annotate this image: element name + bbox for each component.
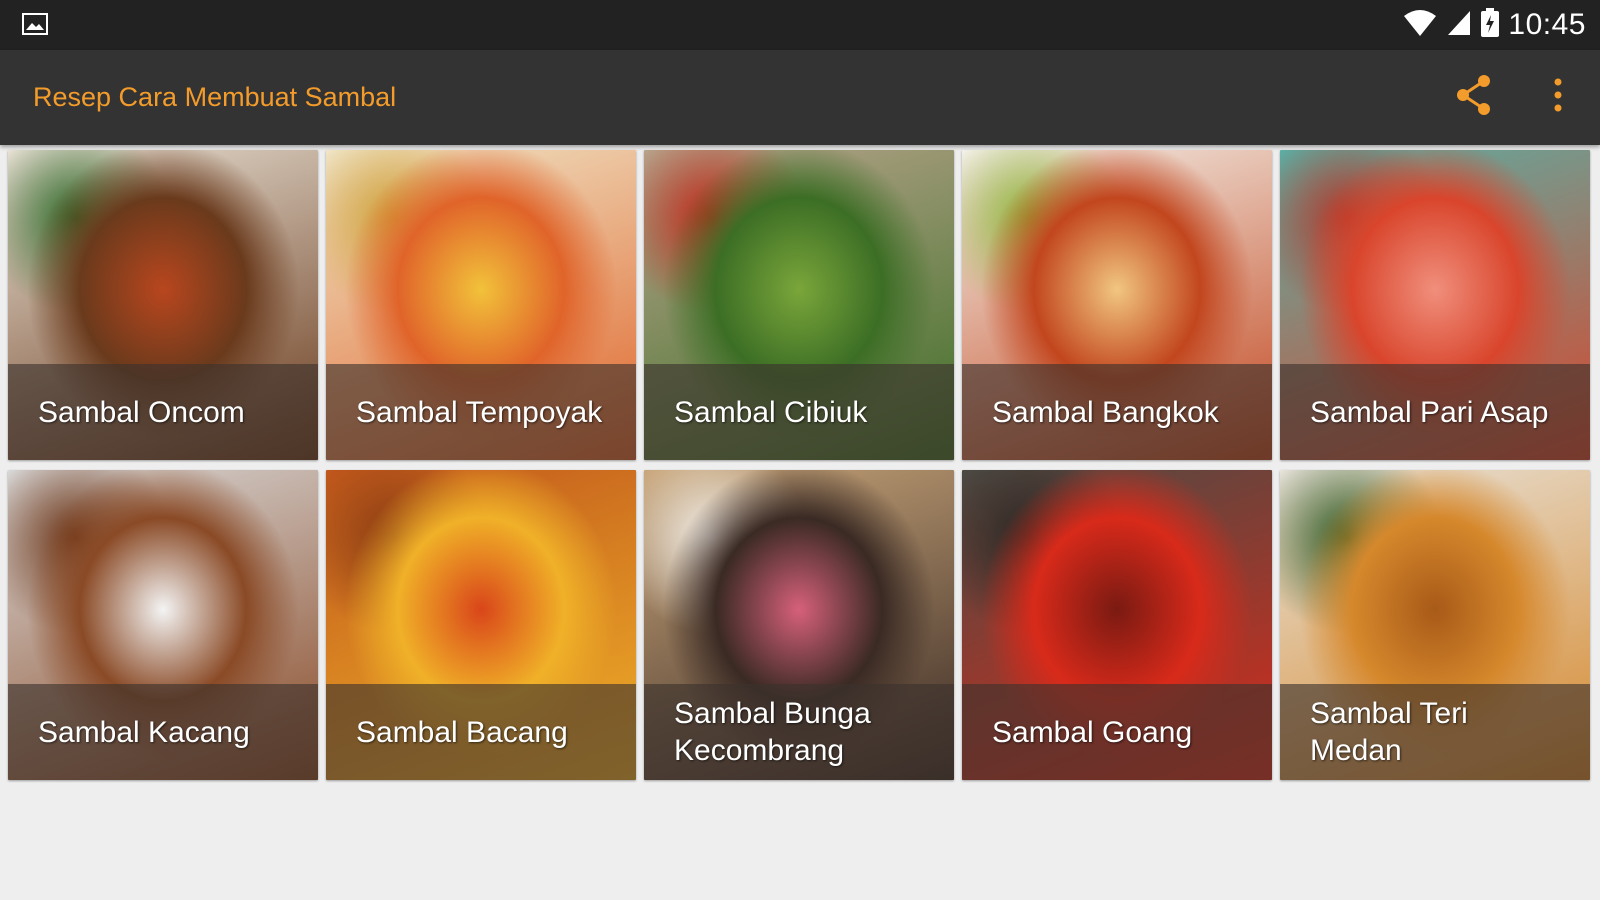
more-vert-icon — [1553, 77, 1563, 118]
recipe-title: Sambal Cibiuk — [674, 395, 868, 429]
share-icon — [1454, 73, 1494, 122]
recipe-tile[interactable]: Sambal Tempoyak — [326, 150, 636, 460]
more-options-button[interactable] — [1516, 50, 1600, 145]
share-button[interactable] — [1432, 50, 1516, 145]
recipe-grid: Sambal Oncom Sambal Tempoyak Sambal Cibi… — [8, 150, 1593, 780]
recipe-title: Sambal Teri Medan — [1310, 697, 1468, 767]
recipe-tile[interactable]: Sambal Pari Asap — [1280, 150, 1590, 460]
caption-overlay: Sambal Oncom — [8, 364, 318, 460]
recipe-title: Sambal Bunga Kecombrang — [674, 697, 871, 767]
recipe-tile[interactable]: Sambal Goang — [962, 470, 1272, 780]
recipe-tile[interactable]: Sambal Bangkok — [962, 150, 1272, 460]
caption-overlay: Sambal Pari Asap — [1280, 364, 1590, 460]
caption-overlay: Sambal Bunga Kecombrang — [644, 684, 954, 780]
app-title: Resep Cara Membuat Sambal — [33, 82, 397, 112]
caption-overlay: Sambal Bacang — [326, 684, 636, 780]
status-bar: 10:45 — [0, 0, 1600, 50]
recipe-title: Sambal Kacang — [38, 715, 250, 749]
caption-overlay: Sambal Cibiuk — [644, 364, 954, 460]
recipe-tile[interactable]: Sambal Bunga Kecombrang — [644, 470, 954, 780]
caption-overlay: Sambal Bangkok — [962, 364, 1272, 460]
caption-overlay: Sambal Tempoyak — [326, 364, 636, 460]
caption-overlay: Sambal Kacang — [8, 684, 318, 780]
caption-overlay: Sambal Goang — [962, 684, 1272, 780]
recipe-title: Sambal Tempoyak — [356, 395, 603, 429]
caption-overlay: Sambal Teri Medan — [1280, 684, 1590, 780]
recipe-title: Sambal Bacang — [356, 715, 568, 749]
recipe-tile[interactable]: Sambal Bacang — [326, 470, 636, 780]
wifi-icon — [1402, 8, 1438, 43]
status-indicators: 10:45 — [1402, 0, 1586, 50]
recipe-title: Sambal Oncom — [38, 395, 245, 429]
recipe-title: Sambal Bangkok — [992, 395, 1219, 429]
recipe-tile[interactable]: Sambal Kacang — [8, 470, 318, 780]
recipe-tile[interactable]: Sambal Oncom — [8, 150, 318, 460]
recipe-title: Sambal Pari Asap — [1310, 395, 1549, 429]
recipe-title: Sambal Goang — [992, 715, 1193, 749]
battery-icon — [1480, 7, 1500, 43]
app-bar-actions — [1432, 50, 1600, 145]
recipe-tile[interactable]: Sambal Teri Medan — [1280, 470, 1590, 780]
image-icon — [22, 13, 48, 35]
recipe-tile[interactable]: Sambal Cibiuk — [644, 150, 954, 460]
app-bar: Resep Cara Membuat Sambal — [0, 50, 1600, 145]
status-time: 10:45 — [1508, 8, 1586, 41]
signal-icon — [1446, 9, 1472, 42]
